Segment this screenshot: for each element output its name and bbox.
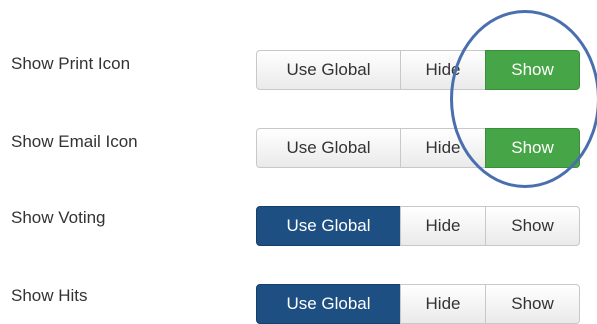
- toggle-group-voting: Use Global Hide Show: [256, 206, 580, 246]
- setting-label: Show Voting: [11, 208, 106, 227]
- show-button[interactable]: Show: [485, 128, 580, 168]
- setting-label: Show Email Icon: [11, 132, 138, 151]
- use-global-button[interactable]: Use Global: [256, 128, 401, 168]
- hide-button[interactable]: Hide: [400, 50, 486, 90]
- show-button[interactable]: Show: [485, 206, 580, 246]
- show-button[interactable]: Show: [485, 284, 580, 324]
- use-global-button[interactable]: Use Global: [256, 284, 401, 324]
- hide-button[interactable]: Hide: [400, 206, 486, 246]
- setting-label: Show Hits: [11, 286, 88, 305]
- hide-button[interactable]: Hide: [400, 284, 486, 324]
- setting-row-voting: Show Voting Use Global Hide Show: [0, 206, 597, 246]
- show-button[interactable]: Show: [485, 50, 580, 90]
- use-global-button[interactable]: Use Global: [256, 206, 401, 246]
- hide-button[interactable]: Hide: [400, 128, 486, 168]
- setting-row-print-icon: Show Print Icon Use Global Hide Show: [0, 50, 597, 90]
- setting-row-email-icon: Show Email Icon Use Global Hide Show: [0, 128, 597, 168]
- use-global-button[interactable]: Use Global: [256, 50, 401, 90]
- setting-row-hits: Show Hits Use Global Hide Show: [0, 284, 597, 324]
- toggle-group-print-icon: Use Global Hide Show: [256, 50, 580, 90]
- setting-label: Show Print Icon: [11, 54, 131, 73]
- toggle-group-email-icon: Use Global Hide Show: [256, 128, 580, 168]
- toggle-group-hits: Use Global Hide Show: [256, 284, 580, 324]
